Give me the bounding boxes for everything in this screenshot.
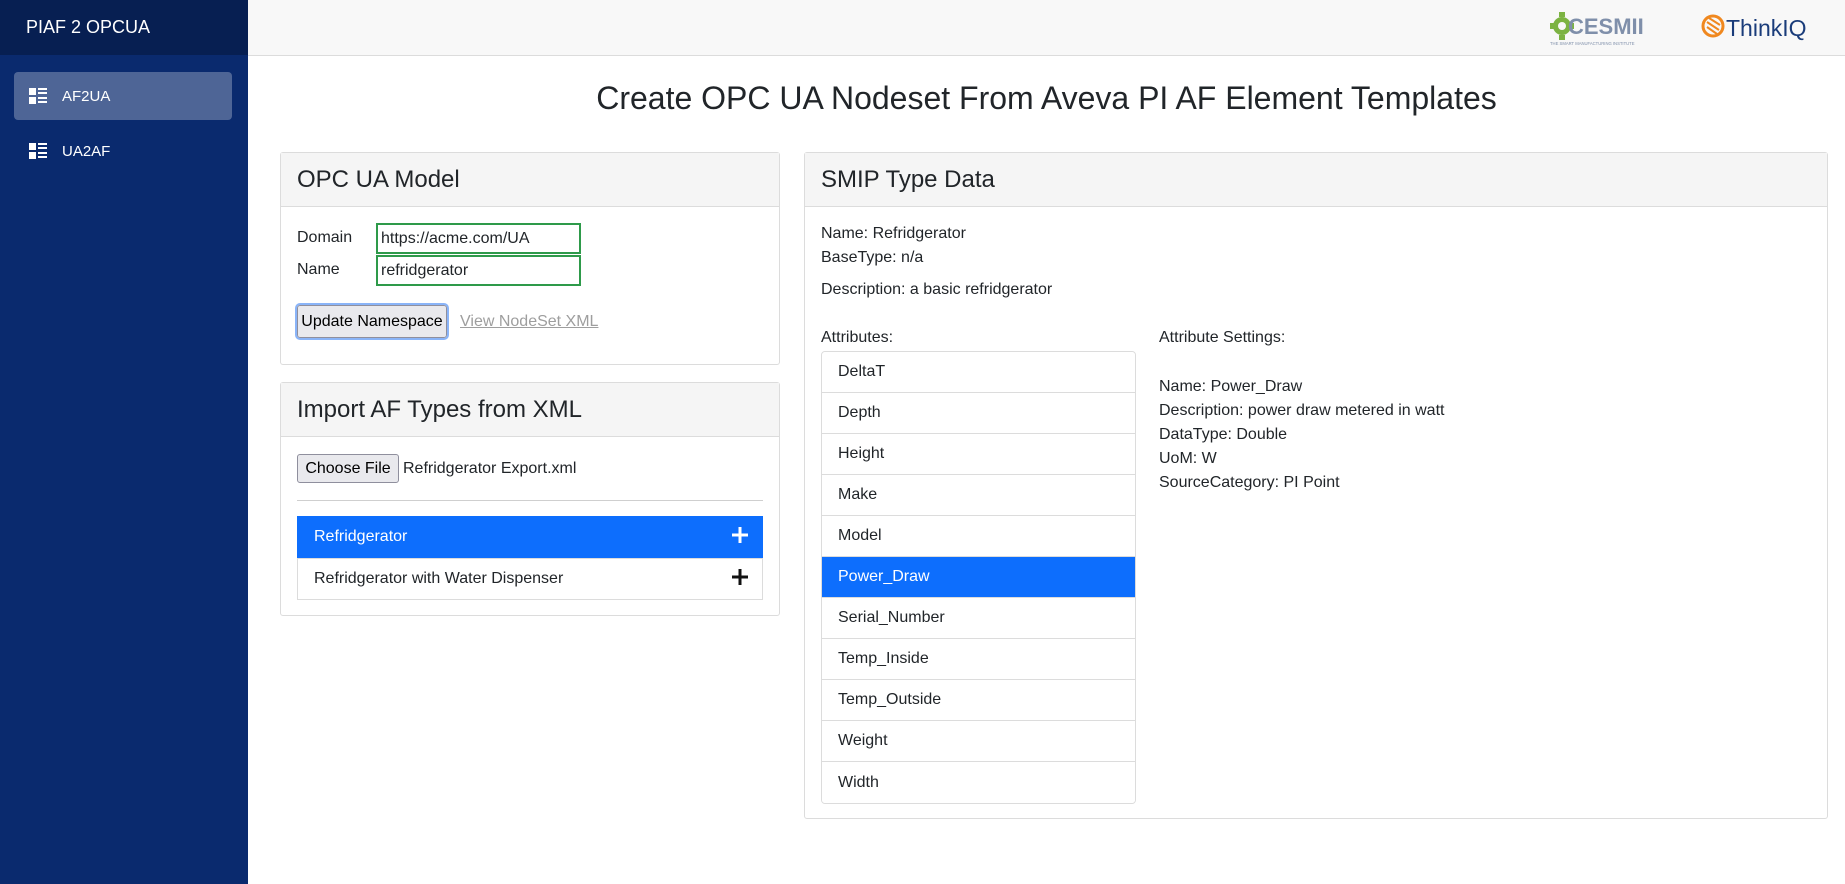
selected-file-name: Refridgerator Export.xml (403, 460, 577, 477)
attribute-item-power-draw[interactable]: Power_Draw (822, 557, 1135, 598)
sidebar-item-label: AF2UA (62, 87, 111, 105)
attribute-item-model[interactable]: Model (822, 516, 1135, 557)
attribute-item-serial-number[interactable]: Serial_Number (822, 598, 1135, 639)
top-bar: CESMII THE SMART MANUFACTURING INSTITUTE… (248, 0, 1845, 56)
type-item-label: Refridgerator with Water Dispenser (314, 570, 564, 587)
attribute-item-width[interactable]: Width (822, 762, 1135, 803)
plus-icon[interactable] (732, 527, 748, 543)
setting-name: Name: Power_Draw (1159, 378, 1303, 395)
name-field[interactable] (376, 255, 581, 286)
smip-title: SMIP Type Data (805, 153, 1827, 207)
attribute-settings-label: Attribute Settings: (1159, 329, 1286, 346)
cesmii-logo: CESMII THE SMART MANUFACTURING INSTITUTE (1550, 12, 1644, 46)
list-grid-icon (29, 88, 47, 104)
domain-label: Domain (297, 229, 353, 246)
setting-description: Description: power draw metered in watt (1159, 402, 1445, 419)
plus-icon[interactable] (732, 569, 748, 585)
sidebar-item-label: UA2AF (62, 142, 111, 160)
app-brand[interactable]: PIAF 2 OPCUA (0, 0, 248, 55)
sidebar-item-af2ua[interactable]: AF2UA (14, 72, 232, 120)
attribute-item-deltat[interactable]: DeltaT (822, 352, 1135, 393)
setting-source-category: SourceCategory: PI Point (1159, 474, 1340, 491)
domain-field[interactable] (376, 223, 581, 254)
cesmii-logo-tagline: THE SMART MANUFACTURING INSTITUTE (1550, 41, 1635, 46)
attributes-label: Attributes: (821, 329, 894, 346)
smip-type-data-card: SMIP Type Data Name: Refridgerator BaseT… (804, 152, 1828, 819)
import-af-title: Import AF Types from XML (281, 383, 779, 437)
divider (297, 500, 763, 501)
sidebar: PIAF 2 OPCUA AF2UA UA2AF (0, 0, 248, 884)
opcua-model-card: OPC UA Model Domain Name Update Namespac… (280, 152, 780, 365)
thinkiq-logo: ThinkIQ (1701, 14, 1807, 41)
attribute-item-weight[interactable]: Weight (822, 721, 1135, 762)
import-af-card: Import AF Types from XML Choose File Ref… (280, 382, 780, 616)
view-nodeset-xml-link[interactable]: View NodeSet XML (460, 313, 598, 331)
type-item-refridgerator-water[interactable]: Refridgerator with Water Dispenser (297, 558, 763, 600)
type-item-label: Refridgerator (314, 528, 408, 545)
cesmii-logo-text: CESMII (1568, 14, 1644, 39)
page-title: Create OPC UA Nodeset From Aveva PI AF E… (596, 80, 1497, 116)
attribute-item-height[interactable]: Height (822, 434, 1135, 475)
update-namespace-button[interactable]: Update Namespace (295, 303, 449, 340)
thinkiq-logo-text: ThinkIQ (1726, 15, 1807, 41)
attribute-item-depth[interactable]: Depth (822, 393, 1135, 434)
type-name: Name: Refridgerator (821, 225, 966, 242)
type-basetype: BaseType: n/a (821, 249, 924, 266)
list-grid-icon (29, 143, 47, 159)
opcua-model-title: OPC UA Model (281, 153, 779, 207)
sidebar-item-ua2af[interactable]: UA2AF (14, 127, 232, 175)
type-description: Description: a basic refridgerator (821, 281, 1053, 298)
setting-uom: UoM: W (1159, 450, 1217, 467)
type-item-refridgerator[interactable]: Refridgerator (297, 516, 763, 558)
setting-datatype: DataType: Double (1159, 426, 1288, 443)
attribute-item-temp-outside[interactable]: Temp_Outside (822, 680, 1135, 721)
choose-file-button[interactable]: Choose File (297, 454, 399, 483)
attribute-list: DeltaT Depth Height Make Model Power_Dra… (821, 351, 1136, 804)
attribute-item-temp-inside[interactable]: Temp_Inside (822, 639, 1135, 680)
attribute-item-make[interactable]: Make (822, 475, 1135, 516)
name-label: Name (297, 261, 340, 278)
